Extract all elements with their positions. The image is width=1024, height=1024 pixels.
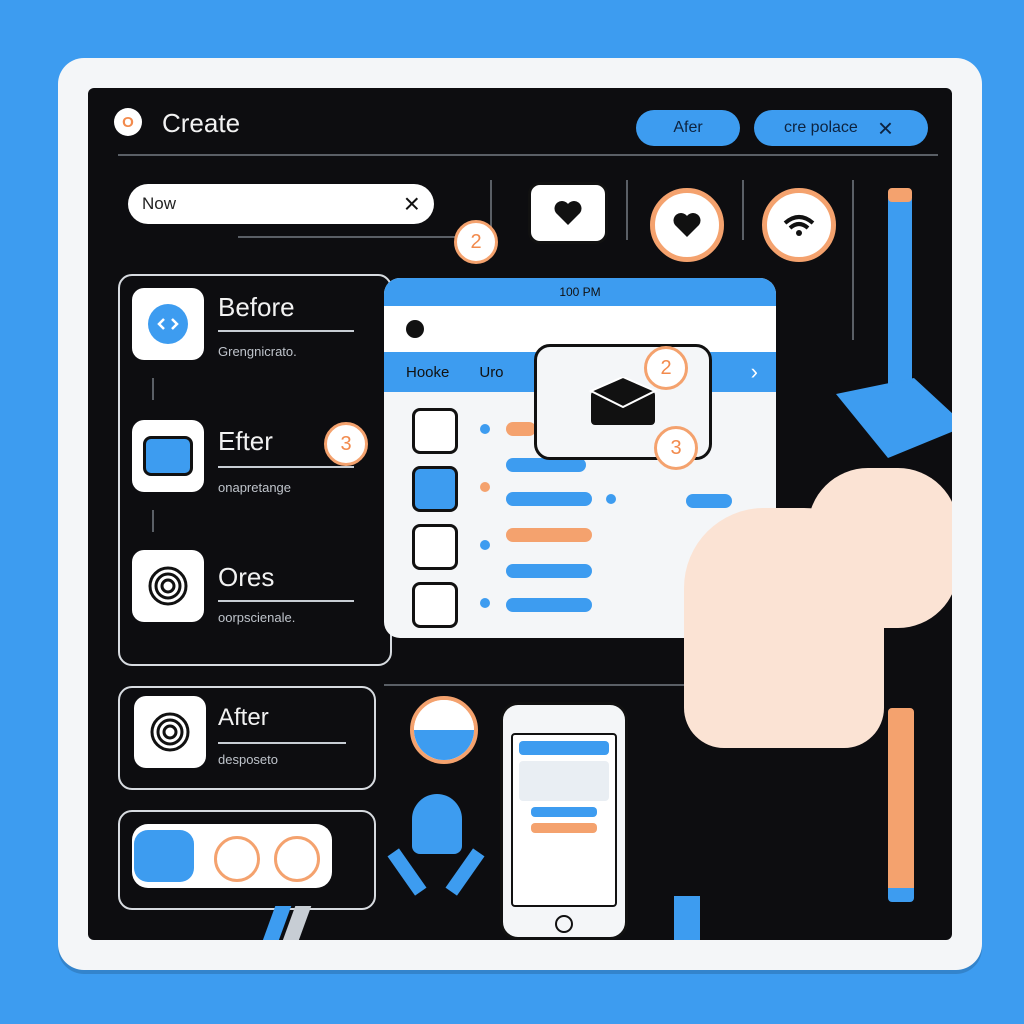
row-icon[interactable] <box>412 524 458 570</box>
after-card-title: After <box>218 704 269 731</box>
pencil-icon <box>888 708 914 898</box>
search-input[interactable]: Now × <box>128 184 434 224</box>
clear-search-icon[interactable]: × <box>404 188 420 220</box>
after-card-icon <box>134 696 206 768</box>
toggle-option-active[interactable] <box>134 830 194 882</box>
list-item-subtitle: onapretange <box>218 480 292 495</box>
phone-screen <box>511 733 617 907</box>
divider <box>218 466 354 468</box>
wifi-icon <box>783 215 815 236</box>
next-arrow-icon[interactable]: › <box>751 359 758 385</box>
step-badge-3: 3 <box>654 426 698 470</box>
divider <box>852 180 854 340</box>
eye-icon <box>143 436 193 476</box>
heart-icon <box>554 201 582 225</box>
heart-icon <box>673 213 701 237</box>
paper-plane-icon <box>836 378 952 458</box>
arrow-line <box>384 684 700 686</box>
divider <box>218 742 346 744</box>
tab-uro[interactable]: Uro <box>479 364 503 381</box>
list-item-subtitle: oorpscienale. <box>218 610 296 625</box>
pencil-icon <box>674 896 700 940</box>
after-card-subtitle: desposeto <box>218 752 278 767</box>
list-item-title: Efter <box>218 426 273 456</box>
home-button[interactable] <box>555 915 573 933</box>
after-button[interactable]: Afer <box>636 110 740 146</box>
spiral-icon <box>150 712 190 752</box>
tab-hooke[interactable]: Hooke <box>406 364 449 381</box>
place-button[interactable]: cre polace × <box>754 110 928 146</box>
list-item-icon[interactable] <box>132 288 204 360</box>
check-badge-icon <box>410 696 478 764</box>
app-screen: O Create Afer cre polace × Now × 2 Befor… <box>88 88 952 940</box>
connector <box>152 378 154 400</box>
step-badge-2: 2 <box>644 346 688 390</box>
step-badge-2: 2 <box>454 220 498 264</box>
heart-icon-button[interactable] <box>528 182 608 244</box>
phone-device <box>500 702 628 940</box>
window-status-bar: 100 PM <box>384 278 776 306</box>
envelope-icon <box>588 377 658 425</box>
header-divider <box>118 154 938 156</box>
row-icon[interactable] <box>412 582 458 628</box>
toggle-option[interactable] <box>274 836 320 882</box>
code-icon <box>148 304 188 344</box>
toggle-option[interactable] <box>214 836 260 882</box>
spiral-icon <box>148 566 188 606</box>
row-icon[interactable] <box>412 466 458 512</box>
close-icon[interactable]: × <box>878 113 893 144</box>
divider <box>218 330 354 332</box>
hand-illustration <box>808 468 952 628</box>
record-icon[interactable] <box>406 320 424 338</box>
list-item-title: Before <box>218 292 295 322</box>
divider <box>238 236 478 238</box>
create-title: Create <box>162 108 241 138</box>
tools-icon <box>387 848 485 904</box>
connector <box>152 510 154 532</box>
list-item-subtitle: Grengnicrato. <box>218 344 297 359</box>
row-icon[interactable] <box>412 408 458 454</box>
location-icon <box>412 794 462 854</box>
heart-circle-button[interactable] <box>650 188 724 262</box>
create-icon[interactable]: O <box>114 108 142 136</box>
step-badge-3: 3 <box>324 422 368 466</box>
list-item-icon[interactable] <box>132 420 204 492</box>
list-item-icon[interactable] <box>132 550 204 622</box>
divider <box>626 180 628 240</box>
divider <box>218 600 354 602</box>
divider <box>742 180 744 240</box>
wifi-circle-button[interactable] <box>762 188 836 262</box>
list-item-title: Ores <box>218 562 275 592</box>
